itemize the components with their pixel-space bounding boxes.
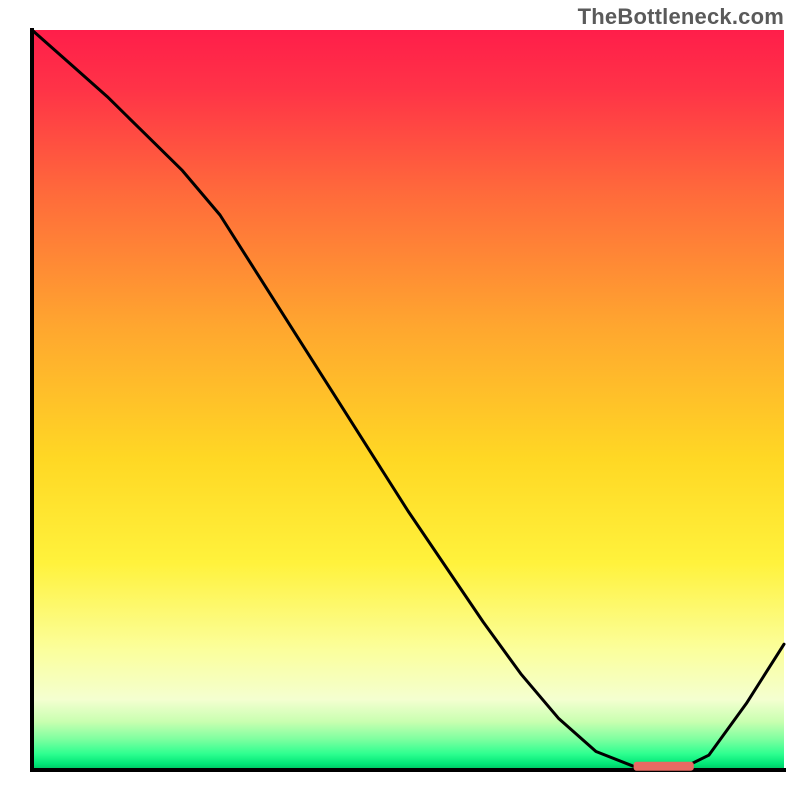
optimal-range-marker bbox=[634, 762, 694, 771]
bottleneck-chart bbox=[0, 0, 800, 800]
gradient-background bbox=[32, 30, 784, 770]
chart-stage: TheBottleneck.com bbox=[0, 0, 800, 800]
